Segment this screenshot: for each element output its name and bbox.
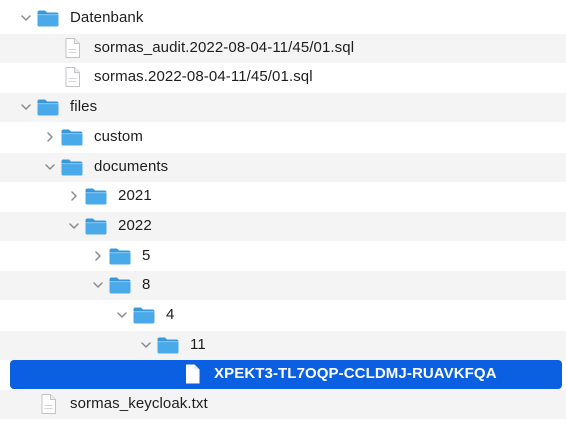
chevron-right-icon[interactable]	[68, 190, 80, 202]
file-row[interactable]: sormas.2022-08-04-11/45/01.sql	[0, 63, 566, 92]
folder-name: 11	[190, 335, 206, 353]
document-icon	[60, 66, 84, 88]
folder-icon	[132, 304, 156, 326]
folder-name: 8	[142, 276, 151, 294]
folder-name: 2021	[118, 187, 152, 205]
file-tree: Datenbank sormas_audit.2022-08-04-11/45/0…	[0, 0, 566, 426]
file-name: sormas.2022-08-04-11/45/01.sql	[94, 68, 313, 86]
folder-name: 2022	[118, 216, 152, 234]
folder-icon	[108, 245, 132, 267]
chevron-down-icon[interactable]	[44, 161, 56, 173]
folder-name: documents	[94, 157, 169, 175]
folder-icon	[84, 185, 108, 207]
folder-row[interactable]: Datenbank	[0, 4, 566, 33]
folder-name: Datenbank	[70, 9, 144, 26]
folder-icon	[36, 7, 60, 29]
document-icon	[180, 363, 204, 385]
chevron-down-icon[interactable]	[140, 339, 152, 351]
chevron-down-icon[interactable]	[116, 309, 128, 321]
folder-name: custom	[94, 127, 143, 145]
chevron-down-icon[interactable]	[20, 12, 32, 24]
folder-name: 4	[166, 306, 175, 323]
folder-name: 5	[142, 246, 151, 264]
file-name: sormas_audit.2022-08-04-11/45/01.sql	[94, 38, 355, 56]
chevron-down-icon[interactable]	[20, 101, 32, 113]
folder-row[interactable]: documents	[0, 152, 566, 182]
folder-icon	[108, 274, 132, 296]
folder-name: files	[70, 98, 98, 116]
folder-row[interactable]: 4	[0, 301, 566, 330]
folder-icon	[36, 96, 60, 118]
chevron-down-icon[interactable]	[92, 279, 104, 291]
folder-row[interactable]: 2021	[0, 182, 566, 211]
file-name: XPEKT3-TL7OQP-CCLDMJ-RUAVKFQA	[214, 365, 497, 383]
folder-row[interactable]: custom	[0, 123, 566, 152]
document-icon	[60, 37, 84, 59]
file-name: sormas_keycloak.txt	[70, 395, 208, 413]
folder-icon	[156, 334, 180, 356]
folder-icon	[60, 156, 84, 178]
chevron-down-icon[interactable]	[68, 220, 80, 232]
file-row[interactable]: XPEKT3-TL7OQP-CCLDMJ-RUAVKFQA	[10, 360, 562, 390]
document-icon	[36, 393, 60, 415]
folder-icon	[84, 215, 108, 237]
folder-row[interactable]: 8	[0, 271, 566, 301]
folder-row[interactable]: files	[0, 93, 566, 123]
file-row[interactable]: sormas_audit.2022-08-04-11/45/01.sql	[0, 33, 566, 63]
file-row[interactable]: sormas_keycloak.txt	[0, 390, 566, 420]
folder-row[interactable]: 2022	[0, 211, 566, 241]
folder-row[interactable]: 5	[0, 242, 566, 271]
chevron-right-icon[interactable]	[44, 131, 56, 143]
folder-row[interactable]: 11	[0, 330, 566, 360]
chevron-right-icon[interactable]	[92, 250, 104, 262]
folder-icon	[60, 126, 84, 148]
